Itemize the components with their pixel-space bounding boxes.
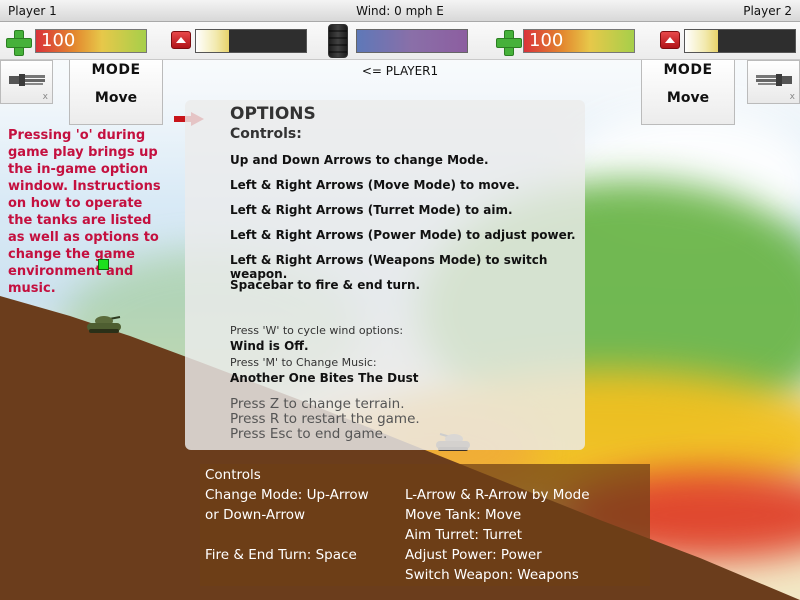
title-bar: Player 1 Wind: 0 mph E Player 2 [0, 0, 800, 22]
player2-health-bar: 100 [523, 29, 635, 53]
options-line: Left & Right Arrows (Turret Mode) to aim… [230, 203, 513, 217]
wind-hint: Press 'W' to cycle wind options: [230, 324, 404, 337]
player1-health-bar: 100 [35, 29, 147, 53]
player2-power-up-button[interactable] [660, 31, 680, 49]
options-subtitle: Controls: [230, 126, 302, 142]
options-title: OPTIONS [230, 104, 316, 124]
controls-left-line: or Down-Arrow [205, 507, 306, 523]
player1-power-up-button[interactable] [171, 31, 191, 49]
player1-tank [87, 316, 121, 333]
player1-weapon-close-icon[interactable]: x [43, 92, 48, 102]
options-line: Spacebar to fire & end turn. [230, 278, 421, 292]
options-line: Left & Right Arrows (Move Mode) to move. [230, 178, 520, 192]
controls-panel: Controls Change Mode: Up-Arrow or Down-A… [200, 464, 650, 586]
options-line: Up and Down Arrows to change Mode. [230, 153, 489, 167]
wind-meter [356, 29, 468, 53]
controls-left-line: Fire & End Turn: Space [205, 547, 357, 563]
player2-name: Player 2 [743, 4, 792, 18]
player2-power-fill [685, 30, 718, 52]
controls-header: Controls [205, 467, 261, 483]
controls-right-line: Aim Turret: Turret [405, 527, 523, 543]
controls-left-line: Change Mode: Up-Arrow [205, 487, 369, 503]
player1-mode-value: Move [94, 90, 138, 106]
turn-indicator: <= PLAYER1 [361, 64, 439, 78]
options-line: Left & Right Arrows (Power Mode) to adju… [230, 228, 576, 242]
terrain-hint: Press Z to change terrain. [230, 396, 405, 412]
controls-right-line: Adjust Power: Power [405, 547, 542, 563]
music-hint: Press 'M' to Change Music: [230, 356, 377, 369]
status-bar: 100 100 [0, 22, 800, 60]
controls-right-line: Switch Weapon: Weapons [405, 567, 579, 583]
wind-barrel-icon [328, 24, 348, 58]
restart-hint: Press R to restart the game. [230, 411, 420, 427]
exit-hint: Press Esc to end game. [230, 426, 388, 442]
player2-health-plus-icon [496, 30, 522, 56]
controls-right-line: Move Tank: Move [405, 507, 522, 523]
player2-power-bar [684, 29, 796, 53]
music-setting: Another One Bites The Dust [230, 371, 419, 385]
options-panel: OPTIONS Controls: Up and Down Arrows to … [185, 100, 585, 450]
green-marker [98, 259, 109, 270]
instruction-note: Pressing 'o' during game play brings up … [8, 128, 161, 296]
wind-setting: Wind is Off. [230, 339, 309, 353]
controls-right-line: L-Arrow & R-Arrow by Mode [405, 487, 590, 503]
player1-power-bar [195, 29, 307, 53]
player1-power-fill [196, 30, 229, 52]
wind-status: Wind: 0 mph E [356, 4, 444, 18]
player2-mode-value: Move [666, 90, 710, 106]
options-line: Left & Right Arrows (Weapons Mode) to sw… [230, 253, 548, 281]
player2-weapon-close-icon[interactable]: x [790, 92, 795, 102]
player1-health-plus-icon [6, 30, 32, 56]
